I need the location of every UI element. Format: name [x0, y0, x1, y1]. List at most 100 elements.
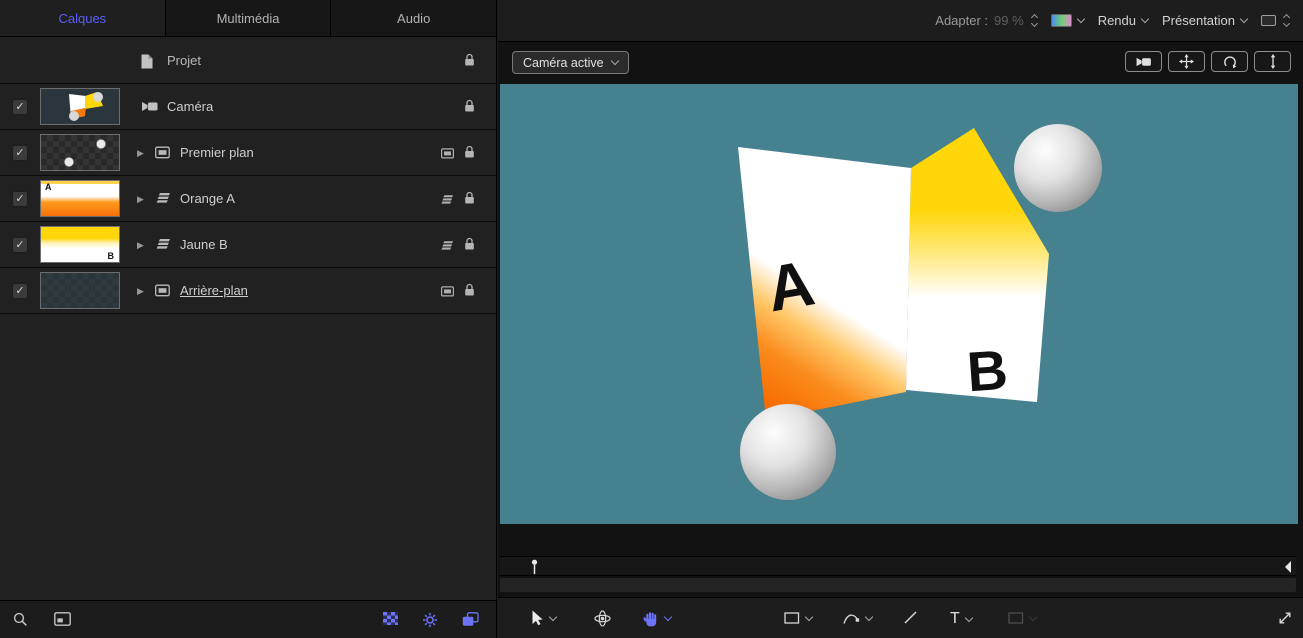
layer-badge-icon[interactable] [440, 193, 454, 208]
canvas-panel: Adapter : 99 % Rendu Présentation [498, 0, 1303, 638]
disclosure-triangle-icon[interactable]: ▶ [137, 148, 144, 159]
layout-stepper-icon[interactable] [1284, 15, 1289, 26]
tab-multimedia-label: Multimédia [217, 11, 280, 26]
chevron-down-icon [1029, 612, 1037, 620]
orbit-3d-tool[interactable] [594, 610, 611, 627]
play-range-start-marker-icon[interactable] [530, 559, 539, 578]
color-swatch-dropdown[interactable] [1051, 14, 1084, 27]
mask-tool-disabled[interactable] [1008, 610, 1036, 626]
pan-hand-tool[interactable] [643, 610, 671, 627]
layer-name[interactable]: Arrière-plan [180, 283, 248, 298]
check-icon: ✓ [15, 194, 24, 205]
text-tool[interactable]: T [950, 610, 972, 628]
group-icon [155, 284, 170, 300]
layer-list: Projet ✓ [0, 38, 496, 314]
play-range-bar[interactable] [500, 556, 1296, 576]
visibility-checkbox[interactable]: ✓ [12, 99, 28, 115]
layer-name[interactable]: Caméra [167, 99, 213, 114]
layer-row-projet[interactable]: Projet [0, 38, 496, 84]
lock-icon[interactable] [464, 145, 475, 162]
motion-window: Calques Multimédia Audio Projet ✓ [0, 0, 1303, 638]
camera-view-button[interactable] [1125, 51, 1162, 72]
disclosure-triangle-icon[interactable]: ▶ [137, 286, 144, 297]
lock-icon[interactable] [464, 237, 475, 254]
visibility-checkbox[interactable]: ✓ [12, 283, 28, 299]
group-badge-icon[interactable] [441, 147, 454, 162]
layers-panel-footer [0, 600, 496, 638]
layer-badge-icon[interactable] [440, 239, 454, 254]
camera-popup-label: Caméra active [523, 56, 604, 70]
search-icon[interactable] [13, 612, 28, 630]
lock-icon[interactable] [464, 191, 475, 208]
pan-view-button[interactable] [1168, 51, 1205, 72]
bezier-tool[interactable] [843, 610, 872, 626]
layer-thumbnail [40, 272, 120, 309]
play-range-end-marker-icon[interactable] [1284, 560, 1292, 577]
thumb-letter: A [45, 182, 52, 192]
scene: A B [500, 84, 1298, 524]
disclosure-triangle-icon[interactable]: ▶ [137, 240, 144, 251]
layer-name[interactable]: Jaune B [180, 237, 228, 252]
timeline-scrollbar[interactable] [500, 578, 1296, 592]
layer-name[interactable]: Projet [167, 53, 201, 68]
frame-icon [1261, 15, 1276, 26]
zoom-value: 99 % [994, 13, 1024, 28]
layers-panel: Calques Multimédia Audio Projet ✓ [0, 0, 497, 638]
select-tool[interactable] [531, 610, 556, 626]
layer-row-premier-plan[interactable]: ✓ ▶ Premier plan [0, 130, 496, 176]
rectangle-icon [784, 610, 800, 626]
camera-icon [141, 100, 158, 116]
camera-popup-button[interactable]: Caméra active [512, 51, 629, 74]
view-menu[interactable]: Présentation [1162, 13, 1247, 28]
lock-icon[interactable] [464, 99, 475, 116]
layer-thumbnail [40, 88, 120, 125]
resize-handle[interactable] [1277, 610, 1293, 626]
group-badge-icon[interactable] [441, 285, 454, 300]
cursor-arrow-icon [531, 610, 544, 626]
layer-thumbnail: A [40, 180, 120, 217]
gyroscope-icon [594, 610, 611, 627]
line-tool[interactable] [903, 610, 918, 625]
check-icon: ✓ [15, 286, 24, 297]
chevron-down-icon [1076, 15, 1084, 23]
visibility-checkbox[interactable]: ✓ [12, 237, 28, 253]
visibility-checkbox[interactable]: ✓ [12, 145, 28, 161]
pan-arrows-icon [1179, 54, 1194, 69]
render-menu[interactable]: Rendu [1098, 13, 1148, 28]
transparency-checkerboard-icon[interactable] [383, 612, 398, 628]
tab-multimedia[interactable]: Multimédia [166, 0, 332, 36]
window-layout-control[interactable] [1261, 15, 1289, 26]
group-icon [155, 146, 170, 162]
lock-icon[interactable] [464, 283, 475, 300]
visibility-checkbox[interactable]: ✓ [12, 191, 28, 207]
layer-name[interactable]: Orange A [180, 191, 235, 206]
tab-audio[interactable]: Audio [331, 0, 496, 36]
panel-tabs: Calques Multimédia Audio [0, 0, 496, 37]
lock-icon[interactable] [464, 53, 475, 70]
plane-a-object[interactable] [738, 147, 911, 420]
rectangle-tool[interactable] [784, 610, 812, 626]
check-icon: ✓ [15, 148, 24, 159]
sphere-bottom-object[interactable] [740, 404, 836, 500]
gear-icon[interactable] [422, 612, 438, 631]
panels-icon[interactable] [462, 612, 479, 630]
layer-row-arriere-plan[interactable]: ✓ ▶ Arrière-plan [0, 268, 496, 314]
layer-name[interactable]: Premier plan [180, 145, 254, 160]
preview-column-icon[interactable] [54, 612, 71, 629]
disclosure-triangle-icon[interactable]: ▶ [137, 194, 144, 205]
chevron-down-icon [805, 612, 813, 620]
line-icon [903, 610, 918, 625]
layer-thumbnail [40, 134, 120, 171]
zoom-control[interactable]: Adapter : 99 % [935, 13, 1036, 28]
layer-row-camera[interactable]: ✓ Caméra [0, 84, 496, 130]
canvas-tools-bar: T [498, 597, 1303, 638]
layer-row-orange-a[interactable]: ✓ A ▶ Orange A [0, 176, 496, 222]
zoom-stepper-icon[interactable] [1032, 15, 1037, 26]
canvas-body: Caméra active [498, 42, 1303, 638]
canvas-viewport[interactable]: A B [500, 84, 1298, 524]
orbit-view-button[interactable] [1211, 51, 1248, 72]
sphere-top-object[interactable] [1014, 124, 1102, 212]
tab-calques[interactable]: Calques [0, 0, 166, 36]
dolly-view-button[interactable] [1254, 51, 1291, 72]
layer-row-jaune-b[interactable]: ✓ B ▶ Jaune B [0, 222, 496, 268]
